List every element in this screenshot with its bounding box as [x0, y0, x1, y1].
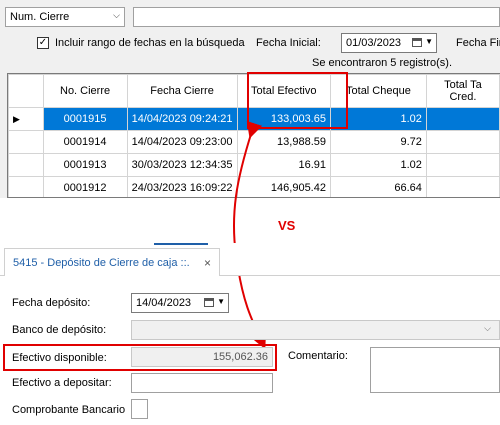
- chevron-down-icon[interactable]: ▼: [217, 297, 225, 306]
- fecha-deposito-label: Fecha depósito:: [12, 297, 91, 309]
- close-icon[interactable]: ×: [204, 256, 211, 270]
- fecha-deposito-picker[interactable]: 14/04/2023 ▼: [131, 293, 229, 313]
- efectivo-depositar-label: Efectivo a depositar:: [12, 377, 112, 389]
- comprobante-label: Comprobante Bancario: [12, 404, 126, 416]
- banco-select[interactable]: ⌵: [131, 320, 500, 340]
- calendar-icon[interactable]: [204, 298, 214, 307]
- chevron-down-icon: ⌵: [484, 323, 491, 333]
- banco-label: Banco de depósito:: [12, 324, 107, 336]
- comentario-textarea[interactable]: [370, 347, 500, 393]
- efectivo-disponible-highlight: [3, 344, 277, 371]
- tab-indicator: [154, 243, 208, 245]
- tab-deposito-cierre[interactable]: 5415 - Depósito de Cierre de caja ::. ×: [4, 248, 220, 276]
- vs-label: VS: [278, 218, 296, 233]
- comentario-label: Comentario:: [288, 350, 348, 362]
- tab-title: 5415 - Depósito de Cierre de caja ::.: [13, 257, 190, 269]
- efectivo-depositar-input[interactable]: [131, 373, 273, 393]
- fecha-deposito-value: 14/04/2023: [136, 297, 192, 309]
- comprobante-checkbox[interactable]: [131, 399, 148, 419]
